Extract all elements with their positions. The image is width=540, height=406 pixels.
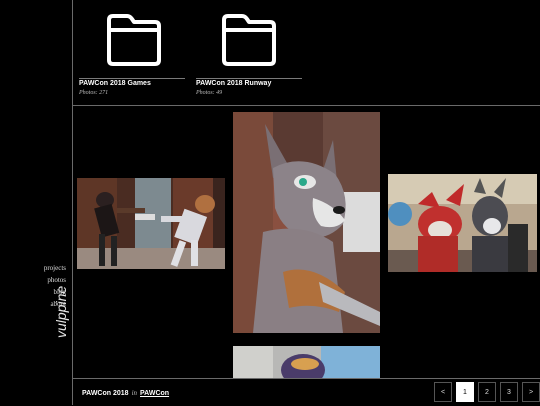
photo-wolf-fursuit-closeup[interactable] [233,112,380,333]
footer-bar: PAWCon 2018 in PAWCon < 1 2 3 > [73,378,540,406]
pagination: < 1 2 3 > [430,382,540,403]
album-folders: PAWCon 2018 Games Photos: 271 PAWCon 201… [73,0,540,106]
photo-image [388,174,537,272]
pagination-page-2[interactable]: 2 [478,382,496,402]
breadcrumb: PAWCon 2018 in PAWCon [82,389,169,397]
folder-divider [196,78,302,79]
photo-fursuit-pair[interactable] [388,174,537,272]
breadcrumb-separator: in [131,389,138,397]
pagination-page-3[interactable]: 3 [500,382,518,402]
folder-photo-count: Photos: 271 [79,90,109,96]
pagination-prev-button[interactable]: < [434,382,452,402]
pagination-page-1[interactable]: 1 [456,382,474,402]
folder-title: PAWCon 2018 Games [79,80,151,87]
folder-divider [79,78,185,79]
pagination-next-button[interactable]: > [522,382,540,402]
photo-partial-bottom[interactable] [233,346,380,378]
folder-photo-count: Photos: 49 [196,90,223,96]
folder-title: PAWCon 2018 Runway [196,80,272,87]
folder-icon [222,14,276,66]
folder-icon [107,14,161,66]
sidebar: projects photos blog about vulppine [0,0,73,405]
breadcrumb-parent-link[interactable]: PAWCon [140,390,169,397]
photo-image [233,112,380,333]
photo-fursuits-tug[interactable] [77,178,225,269]
photo-image [233,346,380,378]
photo-image [77,178,225,269]
nav-link-photos[interactable]: photos [44,274,66,286]
nav-link-projects[interactable]: projects [44,262,66,274]
breadcrumb-current: PAWCon 2018 [82,390,129,397]
site-logo[interactable]: vulppine [53,286,69,338]
